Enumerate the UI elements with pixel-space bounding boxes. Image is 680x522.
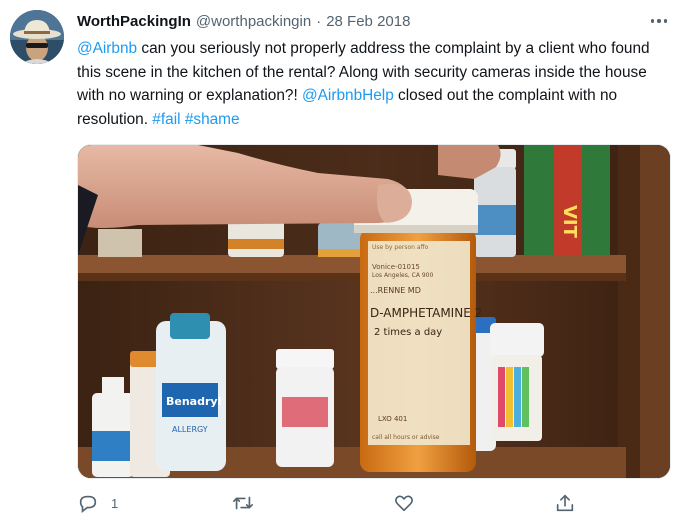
author-handle[interactable]: @worthpackingin: [196, 13, 311, 30]
rx-sig: 2 times a day: [374, 327, 442, 338]
rx-drug: D-AMPHETAMINE 2: [370, 306, 482, 320]
hashtag-fail[interactable]: #fail: [152, 111, 180, 128]
reply-count: 1: [111, 495, 119, 511]
retweet-button[interactable]: [231, 491, 267, 515]
avatar[interactable]: [10, 10, 64, 64]
mention-airbnbhelp[interactable]: @AirbnbHelp: [302, 87, 394, 104]
tweet-actions: 1: [77, 488, 667, 518]
tweet-date[interactable]: 28 Feb 2018: [326, 13, 410, 30]
tweet-photo[interactable]: VIT Benadryl ALLERGY Use by person affo …: [77, 144, 671, 479]
tweet-header: WorthPackingIn @worthpackingin · 28 Feb …: [77, 13, 410, 33]
more-options-icon[interactable]: [644, 10, 674, 32]
rx-line1: Use by person affo: [372, 244, 429, 251]
share-button[interactable]: [554, 491, 576, 515]
tweet-text: @Airbnb can you seriously not properly a…: [77, 37, 667, 131]
rx-doctor: ...RENNE MD: [370, 286, 421, 295]
benadryl-sublabel: ALLERGY: [172, 425, 208, 434]
author-name[interactable]: WorthPackingIn: [77, 13, 191, 30]
rx-footer1: LXO 401: [378, 415, 407, 423]
benadryl-label: Benadryl: [166, 395, 221, 408]
rx-footer2: call all hours or advise: [372, 434, 440, 441]
retweet-icon: [231, 492, 255, 514]
mention-airbnb[interactable]: @Airbnb: [77, 40, 137, 57]
heart-icon: [393, 492, 415, 514]
separator-dot: ·: [316, 13, 322, 30]
like-button[interactable]: [393, 491, 427, 515]
reply-button[interactable]: 1: [77, 491, 118, 515]
hashtag-shame[interactable]: #shame: [185, 111, 240, 128]
reply-icon: [77, 492, 99, 514]
tweet: WorthPackingIn @worthpackingin · 28 Feb …: [0, 0, 680, 522]
rx-line4: Los Angeles, CA 900: [372, 272, 433, 279]
box-text: VIT: [559, 205, 580, 239]
rx-line3: Vonice-01015: [372, 263, 420, 271]
share-icon: [554, 492, 576, 514]
